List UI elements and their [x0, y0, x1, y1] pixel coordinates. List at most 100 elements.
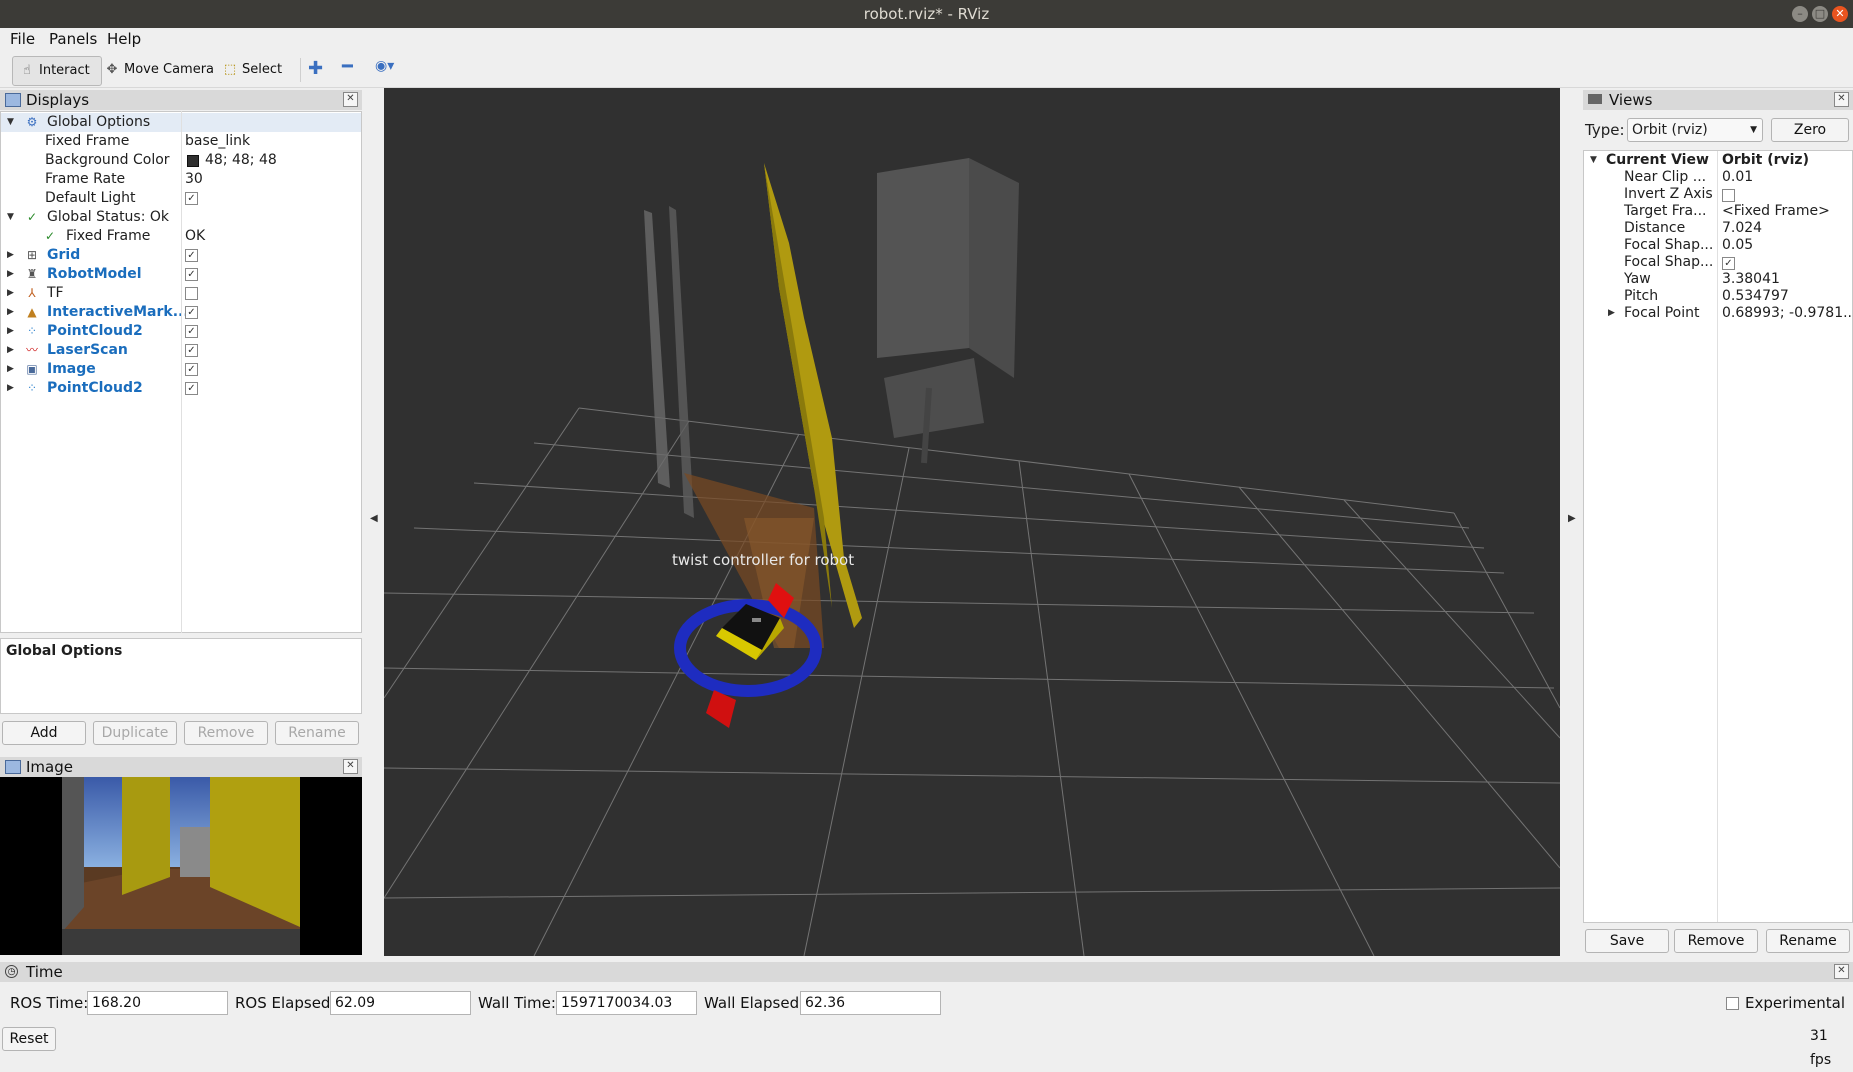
view-value[interactable]: 0.05 [1722, 237, 1753, 254]
view-value[interactable]: <Fixed Frame> [1722, 203, 1830, 220]
collapse-left-icon[interactable]: ◀ [370, 513, 378, 524]
frame-rate-value[interactable]: 30 [185, 170, 203, 189]
expand-arrow-icon[interactable]: ▶ [7, 303, 14, 322]
point-cloud-box [877, 158, 969, 358]
zero-view-button[interactable]: Zero [1771, 118, 1849, 142]
focal-shape-fixed-checkbox[interactable]: ✓ [1722, 257, 1735, 270]
3d-render-view[interactable]: twist controller for robot [384, 88, 1560, 956]
image-checkbox[interactable]: ✓ [185, 363, 198, 376]
view-value[interactable]: 0.68993; -0.9781... [1722, 305, 1853, 322]
tree-label: Global Options [47, 114, 151, 130]
tree-label: TF [47, 285, 64, 301]
left-panel-splitter[interactable]: ◀ [366, 88, 384, 956]
robotmodel-checkbox[interactable]: ✓ [185, 268, 198, 281]
view-row-focal-point[interactable]: ▶ Focal Point 0.68993; -0.9781... [1584, 305, 1853, 322]
time-panel-header: ◷ Time ✕ [0, 962, 1853, 982]
expand-arrow-icon[interactable]: ▶ [7, 360, 14, 379]
view-label: Current View [1606, 152, 1709, 168]
experimental-checkbox[interactable] [1726, 997, 1739, 1010]
expand-arrow-icon[interactable]: ▼ [7, 208, 14, 227]
menu-help[interactable]: Help [107, 30, 141, 48]
expand-arrow-icon[interactable]: ▶ [7, 265, 14, 284]
menu-panels[interactable]: Panels [49, 30, 97, 48]
maximize-icon[interactable]: □ [1812, 6, 1828, 22]
right-panel-splitter[interactable]: ▶ [1560, 88, 1582, 956]
view-row-current-view[interactable]: ▼ Current View Orbit (rviz) [1584, 152, 1852, 169]
interact-tool-button[interactable]: ☝ Interact [12, 56, 102, 86]
invert-z-checkbox[interactable] [1722, 189, 1735, 202]
wall-time-field[interactable]: 1597170034.03 [556, 991, 697, 1015]
point-cloud-icon: ⁘ [26, 381, 38, 395]
view-type-select[interactable]: Orbit (rviz) ▼ [1627, 118, 1763, 142]
wall-elapsed-field[interactable]: 62.36 [800, 991, 941, 1015]
remove-view-button[interactable]: Remove [1674, 929, 1758, 953]
tf-checkbox[interactable] [185, 287, 198, 300]
select-tool-button[interactable]: ⬚ Select [216, 56, 292, 84]
tree-label: Grid [47, 247, 81, 263]
view-label: Invert Z Axis [1624, 186, 1713, 202]
view-row-near-clip[interactable]: Near Clip ... 0.01 [1584, 169, 1852, 186]
save-view-button[interactable]: Save [1585, 929, 1669, 953]
reset-button[interactable]: Reset [2, 1027, 56, 1051]
close-views-panel-icon[interactable]: ✕ [1834, 92, 1849, 107]
camera-image [0, 777, 362, 955]
column-divider[interactable] [181, 111, 182, 633]
expand-arrow-icon[interactable]: ▶ [7, 322, 14, 341]
view-type-label: Type: [1585, 121, 1625, 139]
expand-arrow-icon[interactable]: ▶ [1608, 305, 1615, 322]
view-value[interactable]: 7.024 [1722, 220, 1762, 237]
view-row-target-frame[interactable]: Target Fra... <Fixed Frame> [1584, 203, 1852, 220]
expand-arrow-icon[interactable]: ▶ [7, 246, 14, 265]
close-displays-panel-icon[interactable]: ✕ [343, 92, 358, 107]
add-display-button[interactable]: Add [2, 721, 86, 745]
expand-arrow-icon[interactable]: ▶ [7, 341, 14, 360]
close-image-panel-icon[interactable]: ✕ [343, 759, 358, 774]
close-window-icon[interactable]: ✕ [1832, 6, 1848, 22]
collapse-right-icon[interactable]: ▶ [1568, 513, 1576, 524]
view-row-focal-shape-fixed[interactable]: Focal Shap... ✓ [1584, 254, 1852, 271]
view-value[interactable]: 0.01 [1722, 169, 1753, 186]
move-camera-tool-button[interactable]: ✥ Move Camera [98, 56, 214, 84]
pointcloud2-second-checkbox[interactable]: ✓ [185, 382, 198, 395]
expand-arrow-icon[interactable]: ▼ [7, 113, 14, 132]
tree-label: RobotModel [47, 266, 142, 282]
interactive-markers-checkbox[interactable]: ✓ [185, 306, 198, 319]
rename-display-button[interactable]: Rename [275, 721, 359, 745]
pointcloud2-checkbox[interactable]: ✓ [185, 325, 198, 338]
tree-label: Background Color [45, 152, 170, 168]
view-row-distance[interactable]: Distance 7.024 [1584, 220, 1852, 237]
background-color-value[interactable]: 48; 48; 48 [205, 151, 277, 170]
view-row-pitch[interactable]: Pitch 0.534797 [1584, 288, 1852, 305]
remove-tool-icon[interactable]: ━ [342, 56, 353, 77]
tree-label: Global Status: Ok [47, 209, 170, 225]
duplicate-display-button[interactable]: Duplicate [93, 721, 177, 745]
view-row-yaw[interactable]: Yaw 3.38041 [1584, 271, 1852, 288]
laserscan-checkbox[interactable]: ✓ [185, 344, 198, 357]
grid-checkbox[interactable]: ✓ [185, 249, 198, 262]
fixed-frame-value[interactable]: base_link [185, 132, 250, 151]
view-row-focal-shape-size[interactable]: Focal Shap... 0.05 [1584, 237, 1852, 254]
close-time-panel-icon[interactable]: ✕ [1834, 964, 1849, 979]
tool-properties-icon[interactable]: ◉▾ [375, 58, 394, 74]
rename-view-button[interactable]: Rename [1766, 929, 1850, 953]
tree-label: Fixed Frame [45, 133, 130, 149]
expand-arrow-icon[interactable]: ▼ [1590, 152, 1597, 169]
view-value[interactable]: 0.534797 [1722, 288, 1789, 305]
minimize-icon[interactable]: – [1792, 6, 1808, 22]
ros-elapsed-field[interactable]: 62.09 [330, 991, 471, 1015]
add-tool-icon[interactable]: ✚ [308, 58, 323, 79]
view-row-invert-z[interactable]: Invert Z Axis [1584, 186, 1852, 203]
color-swatch[interactable] [187, 155, 199, 167]
menu-file[interactable]: File [10, 30, 35, 48]
default-light-checkbox[interactable]: ✓ [185, 192, 198, 205]
expand-arrow-icon[interactable]: ▶ [7, 379, 14, 398]
view-value[interactable]: 3.38041 [1722, 271, 1780, 288]
view-label: Target Fra... [1624, 203, 1707, 219]
fps-indicator: 31 fps [1810, 1028, 1832, 1068]
time-panel-title: Time [26, 963, 63, 981]
displays-panel-title: Displays [26, 91, 90, 109]
expand-arrow-icon[interactable]: ▶ [7, 284, 14, 303]
views-tree: ▼ Current View Orbit (rviz) Near Clip ..… [1583, 150, 1853, 923]
remove-display-button[interactable]: Remove [184, 721, 268, 745]
ros-time-field[interactable]: 168.20 [87, 991, 228, 1015]
